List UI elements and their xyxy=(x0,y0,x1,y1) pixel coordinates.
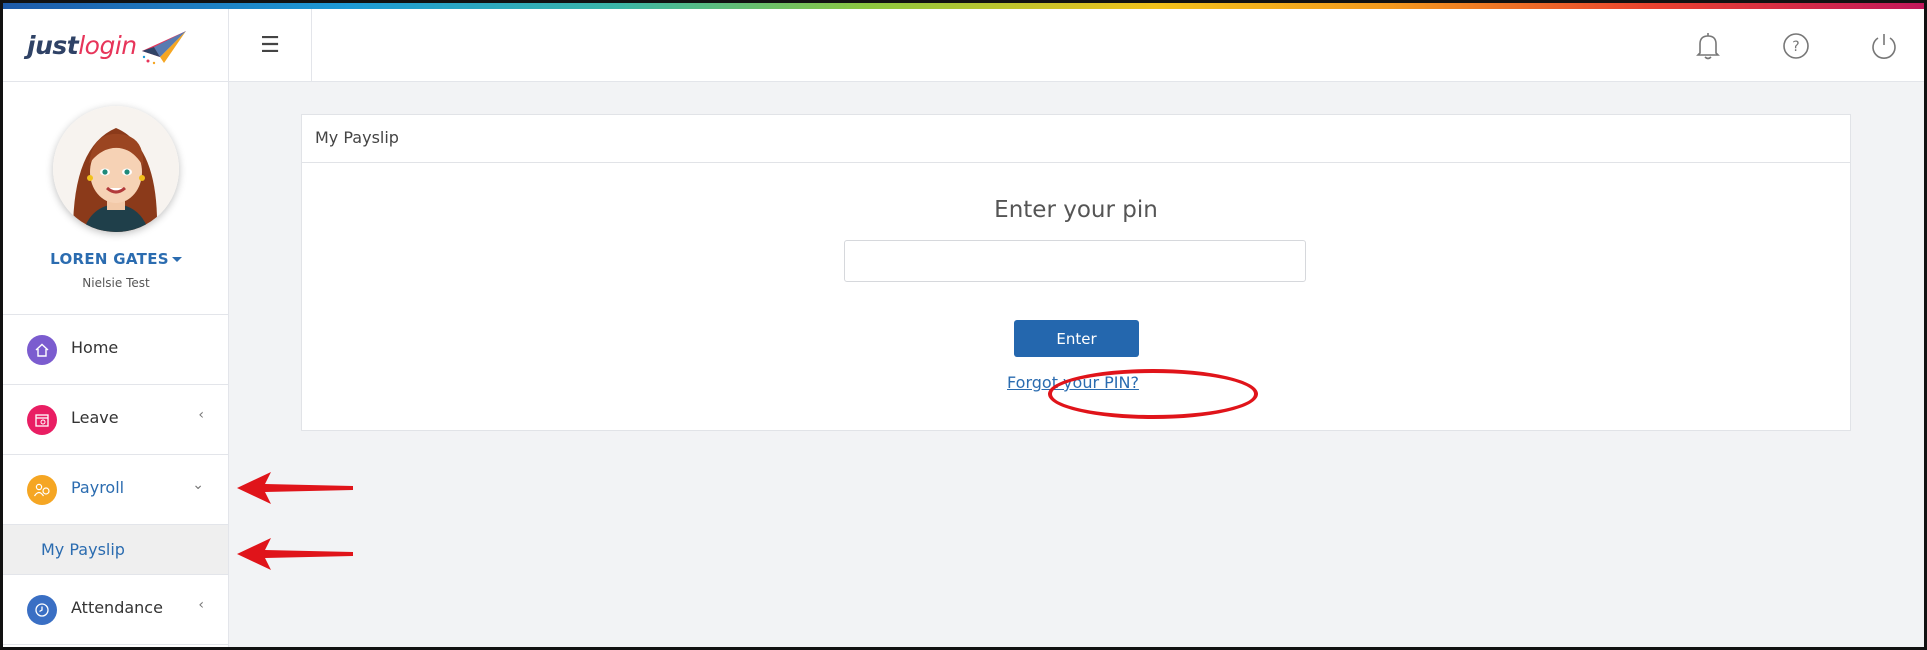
sidebar-item-leave[interactable]: Leave ‹ xyxy=(3,385,228,455)
notifications-button[interactable] xyxy=(1691,29,1725,63)
top-bar: ☰ ? xyxy=(229,9,1924,82)
enter-button[interactable]: Enter xyxy=(1014,320,1139,357)
user-company: Nielsie Test xyxy=(82,276,150,290)
hamburger-icon: ☰ xyxy=(260,33,280,58)
calendar-icon xyxy=(27,405,57,435)
logo[interactable]: justlogin xyxy=(3,9,228,82)
panel-title: My Payslip xyxy=(302,115,1850,163)
user-profile: LOREN GATES Nielsie Test xyxy=(3,82,228,315)
menu-toggle-button[interactable]: ☰ xyxy=(229,9,312,82)
caret-down-icon xyxy=(171,257,182,262)
svg-text:?: ? xyxy=(1792,39,1799,55)
sidebar-subitem-label: My Payslip xyxy=(41,540,125,559)
paper-plane-icon xyxy=(142,31,186,65)
sidebar-item-payroll[interactable]: Payroll ⌄ xyxy=(3,455,228,525)
chevron-left-icon: ‹ xyxy=(198,407,204,423)
sidebar-item-home[interactable]: Home xyxy=(3,315,228,385)
main-content: My Payslip Enter your pin Enter Forgot y… xyxy=(229,82,1924,647)
chevron-left-icon: ‹ xyxy=(198,597,204,613)
help-button[interactable]: ? xyxy=(1779,29,1813,63)
payroll-icon xyxy=(27,475,57,505)
clock-icon xyxy=(27,595,57,625)
pin-heading: Enter your pin xyxy=(994,197,1158,223)
chevron-down-icon: ⌄ xyxy=(192,477,204,493)
sidebar-item-label: Attendance xyxy=(71,598,163,617)
sidebar-item-label: Leave xyxy=(71,408,119,427)
logo-text: justlogin xyxy=(27,31,137,60)
payslip-panel: My Payslip Enter your pin Enter Forgot y… xyxy=(301,114,1851,431)
sidebar-item-label: Home xyxy=(71,338,119,357)
sidebar: justlogin LOREN GATES Nielsie Test Home … xyxy=(3,9,229,647)
sidebar-item-label: Payroll xyxy=(71,478,125,497)
home-icon xyxy=(27,335,57,365)
user-name-dropdown[interactable]: LOREN GATES xyxy=(3,250,229,268)
pin-input[interactable] xyxy=(844,240,1306,282)
sidebar-subitem-my-payslip[interactable]: My Payslip xyxy=(3,525,228,575)
bell-icon xyxy=(1696,33,1720,60)
sidebar-item-attendance[interactable]: Attendance ‹ xyxy=(3,575,228,645)
help-icon: ? xyxy=(1783,33,1809,59)
app-window: justlogin LOREN GATES Nielsie Test Home … xyxy=(0,0,1927,650)
logout-button[interactable] xyxy=(1867,29,1901,63)
avatar[interactable] xyxy=(53,106,179,232)
power-icon xyxy=(1872,34,1896,59)
forgot-pin-link[interactable]: Forgot your PIN? xyxy=(302,373,1850,392)
